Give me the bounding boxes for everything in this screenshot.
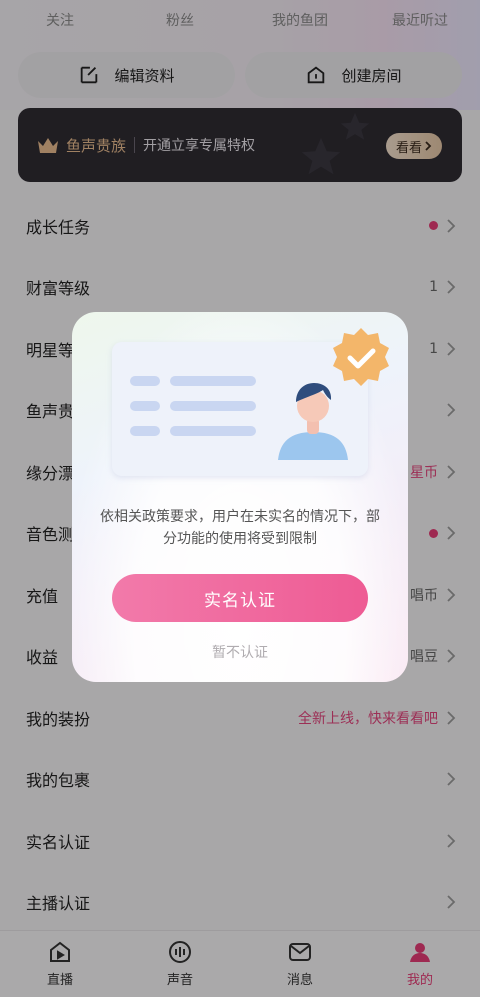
real-name-verify-button[interactable]: 实名认证	[112, 574, 368, 622]
verified-badge-icon	[333, 328, 389, 386]
modal-message: 依相关政策要求，用户在未实名的情况下，部分功能的使用将受到限制	[100, 509, 380, 547]
real-name-modal: 依相关政策要求，用户在未实名的情况下，部分功能的使用将受到限制 实名认证 暂不认…	[72, 312, 408, 682]
skip-verify-button[interactable]: 暂不认证	[72, 642, 408, 662]
real-name-verify-label: 实名认证	[204, 590, 276, 611]
